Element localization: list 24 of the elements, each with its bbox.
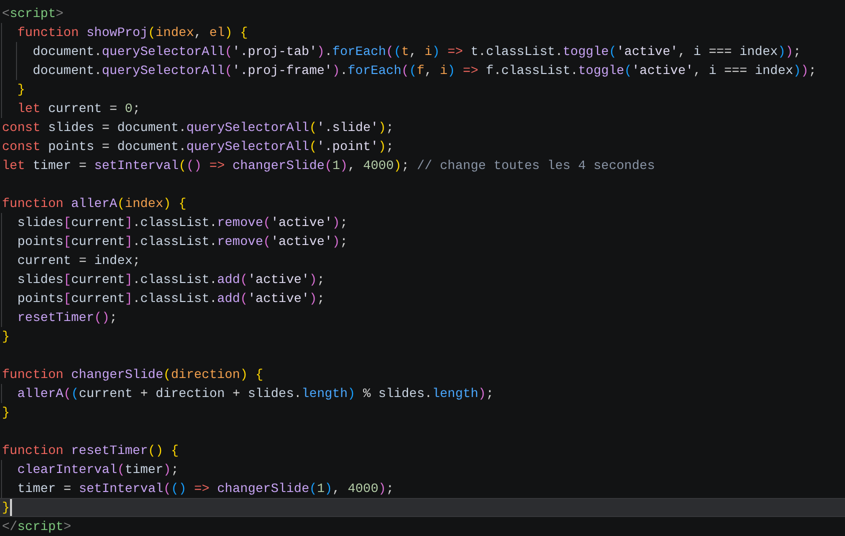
code-line: const slides = document.querySelectorAll('.slide'); [1,119,395,137]
code-line: slides[current].classList.add('active'); [0,270,845,289]
code-line: points[current].classList.add('active'); [0,289,845,308]
code-line: function resetTimer() { [1,442,180,460]
code-line: function showProj(index, el) { [0,23,845,42]
code-line: allerA((current + direction + slides.length) % slides.length); [0,384,845,403]
code-line: const points = document.querySelectorAll('.point'); [1,138,395,156]
code-line: function allerA(index) { [1,195,188,213]
code-line: slides[current].classList.remove('active'); [0,213,845,232]
code-line: <script> [1,5,64,23]
code-line: points[current].classList.remove('active'); [0,232,845,251]
code-line: document.querySelectorAll('.proj-frame').forEach((f, i) => f.classList.toggle('active', i === index)); [0,61,845,80]
code-line: </script> [1,518,72,536]
code-line: let current = 0; [0,99,845,118]
code-line: } [1,328,11,346]
code-line: let timer = setInterval(() => changerSlide(1), 4000); // change toutes les 4 secondes [1,157,656,175]
code-line: function changerSlide(direction) { [1,366,264,384]
code-line: current = index; [0,251,845,270]
code-line: clearInterval(timer); [0,460,845,479]
code-line: } [1,404,11,422]
code-line: } [0,80,845,99]
code-line: resetTimer(); [0,308,845,327]
text-cursor [10,499,12,516]
code-line: document.querySelectorAll('.proj-tab').forEach((t, i) => t.classList.toggle('active', i === index)); [0,42,845,61]
